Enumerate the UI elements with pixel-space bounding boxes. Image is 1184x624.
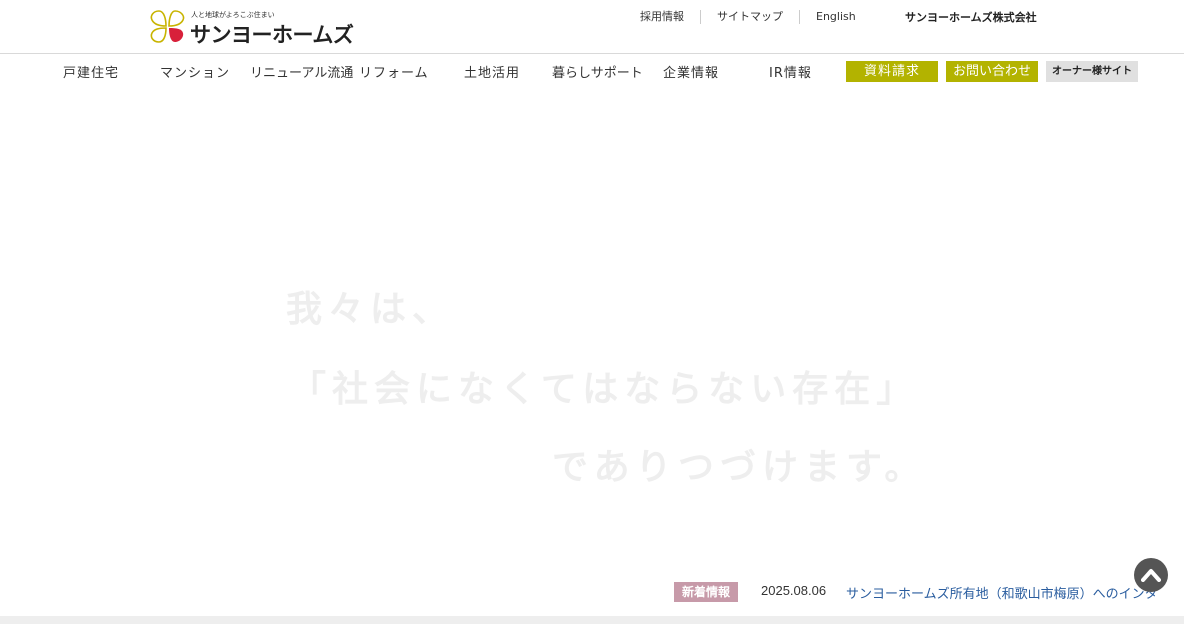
- footer-band: [0, 616, 1184, 624]
- owner-site-button[interactable]: オーナー様サイト: [1046, 61, 1138, 82]
- hero-slogan-line-2: 「社会になくてはならない存在」: [290, 368, 919, 410]
- hero-slogan-line-3: でありつづけます。: [552, 446, 927, 488]
- news-ticker: 新着情報 2025.08.06 サンヨーホームズ所有地（和歌山市梅原）へのインタ: [0, 578, 1184, 606]
- nav-item-renewal[interactable]: リニューアル流通: [250, 62, 353, 81]
- nav-item-corporate[interactable]: 企業情報: [663, 62, 719, 81]
- nav-item-condominium[interactable]: マンション: [160, 62, 230, 81]
- hero-section: 我々は、 「社会になくてはならない存在」 でありつづけます。: [0, 90, 1184, 570]
- hero-slogan-line-1: 我々は、: [286, 288, 455, 330]
- page-top-button[interactable]: [1134, 558, 1168, 592]
- chevron-up-icon: [1141, 569, 1161, 582]
- news-headline-link[interactable]: サンヨーホームズ所有地（和歌山市梅原）へのインタ: [846, 583, 1158, 602]
- nav-item-land-use[interactable]: 土地活用: [464, 62, 520, 81]
- util-link-english[interactable]: English: [799, 10, 872, 24]
- company-name-link[interactable]: サンヨーホームズ株式会社: [905, 9, 1037, 25]
- utility-nav: 採用情報 サイトマップ English: [630, 10, 872, 24]
- request-materials-button[interactable]: 資料請求: [846, 61, 938, 82]
- logo-brand-name: サンヨーホームズ: [190, 23, 354, 47]
- site-logo[interactable]: 人と地球がよろこぶ住まい サンヨーホームズ: [149, 9, 354, 47]
- util-link-sitemap[interactable]: サイトマップ: [700, 10, 799, 24]
- nav-item-living-support[interactable]: 暮らしサポート: [552, 62, 643, 81]
- global-nav: 戸建住宅 マンション リニューアル流通 リフォーム 土地活用 暮らしサポート 企…: [0, 58, 1184, 84]
- site-header: 人と地球がよろこぶ住まい サンヨーホームズ 採用情報 サイトマップ Englis…: [0, 0, 1184, 54]
- nav-item-detached-house[interactable]: 戸建住宅: [63, 62, 119, 81]
- util-link-recruit[interactable]: 採用情報: [630, 10, 700, 24]
- news-date: 2025.08.06: [761, 583, 827, 598]
- clover-heart-icon: [150, 10, 185, 43]
- nav-item-ir[interactable]: IR情報: [769, 62, 812, 81]
- contact-button[interactable]: お問い合わせ: [946, 61, 1038, 82]
- news-label-badge: 新着情報: [674, 582, 738, 602]
- nav-item-reform[interactable]: リフォーム: [359, 62, 429, 81]
